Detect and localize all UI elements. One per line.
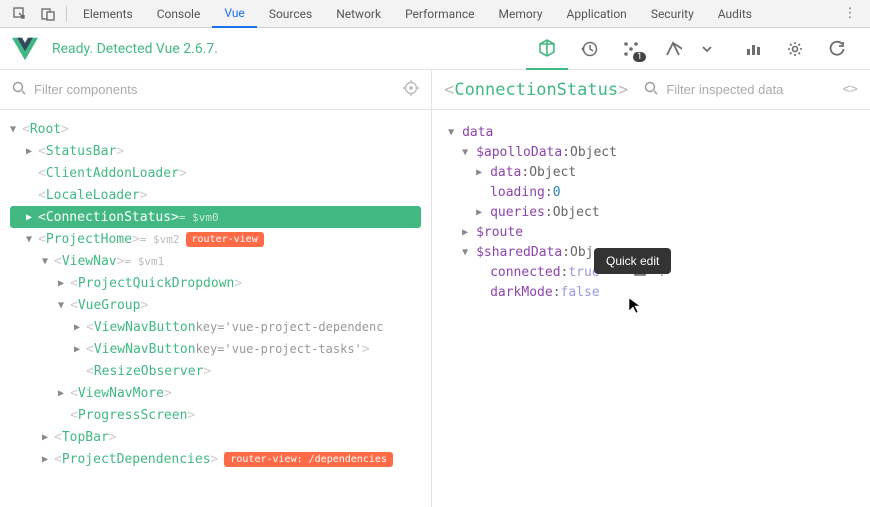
search-icon [12, 81, 26, 99]
tree-node-ProjectDependencies[interactable]: ▶<ProjectDependencies>router-view: /depe… [0, 448, 431, 470]
filter-components-bar [0, 70, 431, 110]
tree-node-StatusBar[interactable]: ▶<StatusBar> [0, 140, 431, 162]
vue-logo-icon [12, 36, 38, 62]
devtools-tab-elements[interactable]: Elements [71, 0, 145, 28]
devtools-tab-console[interactable]: Console [145, 0, 213, 28]
tree-node-ResizeObserver[interactable]: <ResizeObserver> [0, 360, 431, 382]
tree-node-VueGroup[interactable]: ▼<VueGroup> [0, 294, 431, 316]
tree-node-ProgressScreen[interactable]: <ProgressScreen> [0, 404, 431, 426]
tree-node-ProjectHome[interactable]: ▼<ProjectHome> = $vm2router-view [0, 228, 431, 250]
data-tree: ▼data▼$apolloData: Object▶data: Objectlo… [432, 110, 870, 507]
devtools-tab-application[interactable]: Application [555, 0, 639, 28]
performance-tab-icon[interactable] [732, 28, 774, 70]
settings-tab-icon[interactable] [774, 28, 816, 70]
tree-node-ProjectQuickDropdown[interactable]: ▶<ProjectQuickDropdown> [0, 272, 431, 294]
routing-tab-icon[interactable] [652, 28, 694, 70]
devtools-tab-vue[interactable]: Vue [212, 0, 256, 28]
tree-node-TopBar[interactable]: ▶<TopBar> [0, 426, 431, 448]
vuex-tab-icon[interactable]: 1 [610, 28, 652, 70]
data-row-$route[interactable]: ▶$route [448, 222, 854, 242]
data-row-darkMode[interactable]: darkMode: false [448, 282, 854, 302]
inspected-component-name: <ConnectionStatus> [444, 80, 628, 100]
chevron-down-icon[interactable] [694, 28, 720, 70]
vuex-badge: 1 [633, 52, 646, 62]
devtools-tab-performance[interactable]: Performance [393, 0, 486, 28]
more-icon[interactable]: ⋮ [836, 6, 864, 21]
filter-components-input[interactable] [34, 82, 403, 97]
refresh-icon[interactable] [816, 28, 858, 70]
data-row-loading[interactable]: loading: 0 [448, 182, 854, 202]
component-tree: ▼<Root>▶<StatusBar><ClientAddonLoader><L… [0, 110, 431, 507]
tree-node-LocaleLoader[interactable]: <LocaleLoader> [0, 184, 431, 206]
devtools-tabs: ElementsConsoleVueSourcesNetworkPerforma… [0, 0, 870, 28]
devtools-tab-network[interactable]: Network [324, 0, 393, 28]
cursor-icon [627, 296, 645, 318]
tooltip-quick-edit: Quick edit [594, 248, 671, 274]
device-icon[interactable] [34, 7, 62, 21]
data-row-queries[interactable]: ▶queries: Object [448, 202, 854, 222]
history-tab-icon[interactable] [568, 28, 610, 70]
tree-node-Root[interactable]: ▼<Root> [0, 118, 431, 140]
vue-ready-text: Ready. Detected Vue 2.6.7. [52, 41, 218, 57]
data-row-$apolloData[interactable]: ▼$apolloData: Object [448, 142, 854, 162]
data-row-data[interactable]: ▶data: Object [448, 162, 854, 182]
devtools-tab-memory[interactable]: Memory [486, 0, 554, 28]
tree-node-ViewNavMore[interactable]: ▶<ViewNavMore> [0, 382, 431, 404]
data-section-header[interactable]: ▼data [448, 122, 854, 142]
search-icon [644, 81, 658, 99]
vue-header-bar: Ready. Detected Vue 2.6.7. 1 [0, 28, 870, 70]
tree-node-ClientAddonLoader[interactable]: <ClientAddonLoader> [0, 162, 431, 184]
tree-node-ConnectionStatus[interactable]: ▶<ConnectionStatus> = $vm0 [10, 206, 421, 228]
devtools-tab-sources[interactable]: Sources [257, 0, 324, 28]
tree-node-ViewNavButton[interactable]: ▶<ViewNavButton key='vue-project-tasks'> [0, 338, 431, 360]
devtools-tab-security[interactable]: Security [639, 0, 706, 28]
open-editor-icon[interactable]: <> [842, 82, 858, 97]
devtools-tab-audits[interactable]: Audits [706, 0, 764, 28]
tree-node-ViewNav[interactable]: ▼<ViewNav> = $vm1 [0, 250, 431, 272]
tree-node-ViewNavButton[interactable]: ▶<ViewNavButton key='vue-project-depende… [0, 316, 431, 338]
filter-data-input[interactable] [666, 82, 842, 97]
components-tab-icon[interactable] [526, 28, 568, 70]
inspect-icon[interactable] [6, 7, 34, 21]
inspected-header-bar: <ConnectionStatus> <> [432, 70, 870, 110]
target-icon[interactable] [403, 80, 419, 100]
